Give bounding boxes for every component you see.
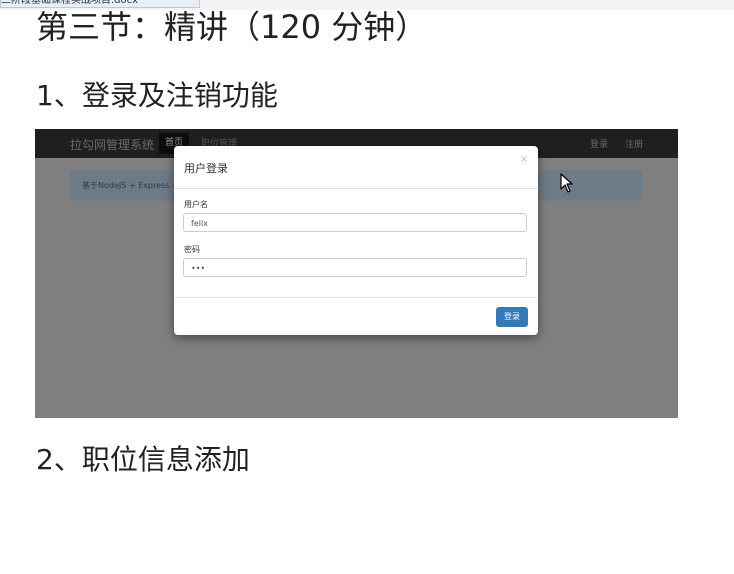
password-input[interactable]: ••• xyxy=(183,258,527,277)
slide-page: 三阶段基础课程实战项目.docx 第三节：精讲（120 分钟） 1、登录及注销功… xyxy=(0,0,734,574)
item-heading-job-add: 2、职位信息添加 xyxy=(36,443,250,476)
modal-footer-divider xyxy=(174,297,538,298)
nav-register-link[interactable]: 注册 xyxy=(625,137,643,150)
close-icon[interactable]: × xyxy=(520,154,528,165)
modal-header-divider xyxy=(174,188,538,189)
username-input[interactable]: felix xyxy=(183,213,527,232)
modal-title: 用户登录 xyxy=(184,162,228,175)
login-modal: 用户登录 × 用户名 felix 密码 ••• 登录 xyxy=(174,146,538,335)
password-label: 密码 xyxy=(184,245,200,254)
section-heading: 第三节：精讲（120 分钟） xyxy=(36,8,428,46)
login-submit-button[interactable]: 登录 xyxy=(496,307,528,327)
mouse-pointer-icon xyxy=(560,173,573,193)
embedded-app-screenshot: 拉勾网管理系统 首页 职位管理 登录 注册 基于NodeJS + Express… xyxy=(35,129,678,418)
app-brand[interactable]: 拉勾网管理系统 xyxy=(70,136,154,153)
nav-login-link[interactable]: 登录 xyxy=(590,137,608,150)
alert-text: 基于NodeJS + Express + xyxy=(82,181,179,190)
username-label: 用户名 xyxy=(184,200,208,209)
item-heading-login: 1、登录及注销功能 xyxy=(36,79,278,112)
